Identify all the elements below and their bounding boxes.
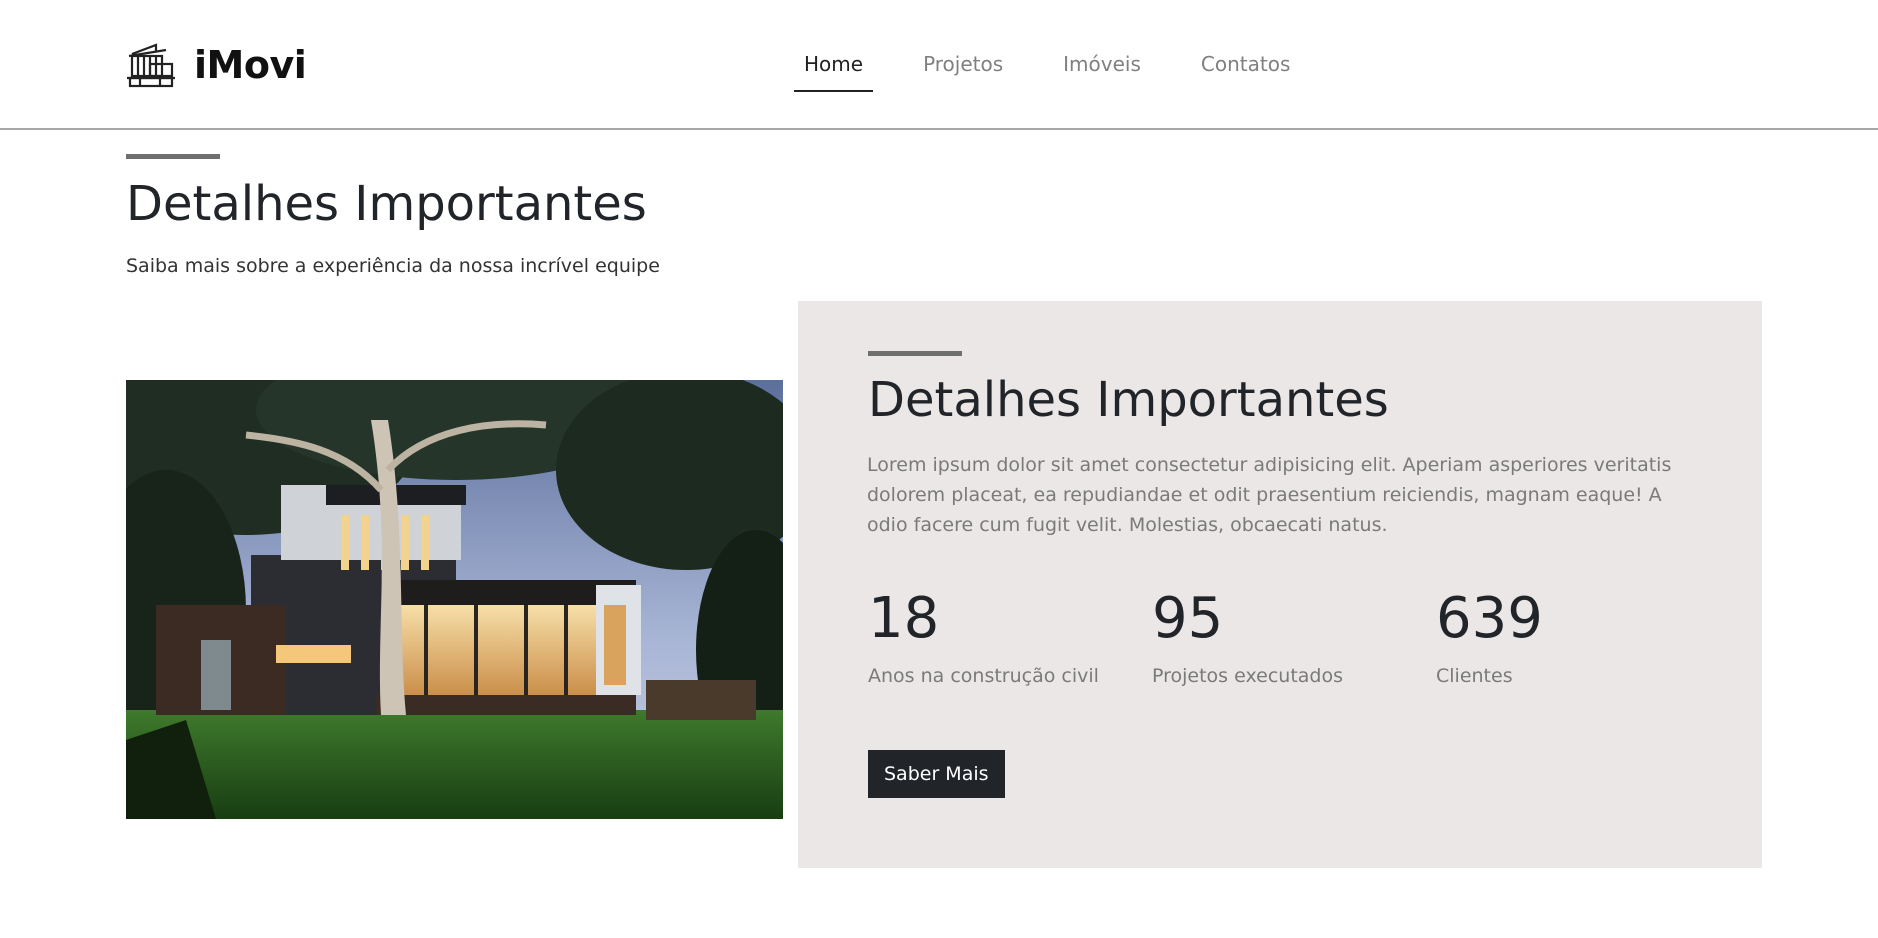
section-accent-line (126, 154, 220, 159)
house-photo (126, 380, 783, 819)
section-subtitle: Saiba mais sobre a experiência da nossa … (126, 255, 660, 277)
stat-label: Clientes (1436, 665, 1513, 687)
brand-name: iMovi (194, 43, 307, 87)
panel-accent-line (868, 351, 962, 356)
stat-clients: 639 Clientes (1436, 586, 1543, 688)
brand[interactable]: iMovi (126, 42, 307, 88)
nav-item-imoveis[interactable]: Imóveis (1053, 48, 1151, 92)
details-panel: Detalhes Importantes Lorem ipsum dolor s… (798, 301, 1762, 868)
stat-years: 18 Anos na construção civil (868, 586, 1099, 688)
stat-label: Projetos executados (1152, 665, 1343, 687)
house-illustration (126, 380, 783, 819)
stat-number: 95 (1152, 586, 1224, 651)
panel-description: Lorem ipsum dolor sit amet consectetur a… (867, 454, 1672, 536)
nav-item-home[interactable]: Home (794, 48, 874, 92)
nav-item-projetos[interactable]: Projetos (913, 48, 1013, 92)
main-nav: Home Projetos Imóveis Contatos (794, 48, 1340, 92)
panel-title: Detalhes Importantes (868, 372, 1389, 428)
stat-number: 18 (868, 586, 940, 651)
site-header: iMovi Home Projetos Imóveis Contatos (0, 0, 1878, 130)
saber-mais-button[interactable]: Saber Mais (868, 750, 1005, 798)
nav-item-contatos[interactable]: Contatos (1191, 48, 1300, 92)
stat-number: 639 (1436, 586, 1543, 651)
stat-label: Anos na construção civil (868, 665, 1099, 687)
building-icon (127, 43, 175, 88)
section-title: Detalhes Importantes (126, 176, 647, 232)
stat-projects: 95 Projetos executados (1152, 586, 1343, 688)
